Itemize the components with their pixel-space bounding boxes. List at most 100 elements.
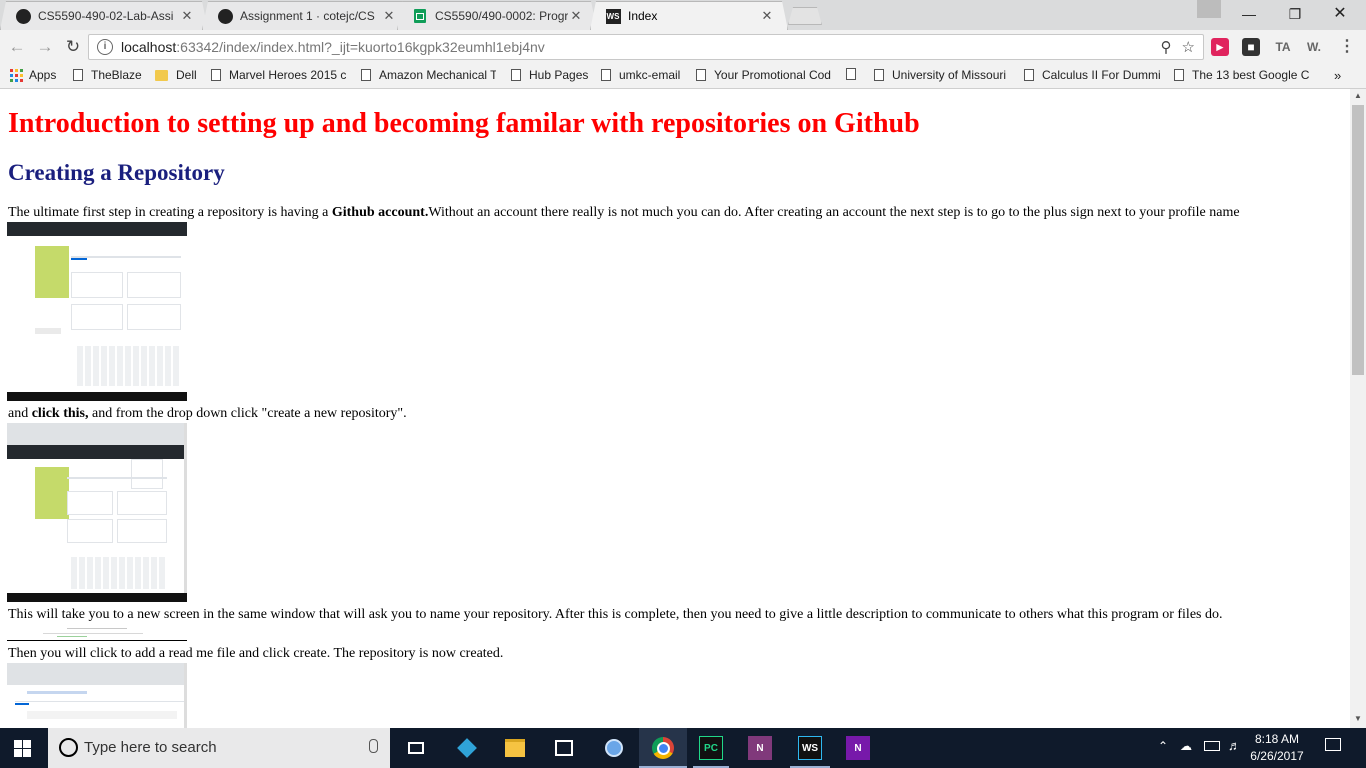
paragraph-readme: Then you will click to add a read me fil… — [8, 646, 504, 661]
volume-icon[interactable]: ♬ — [1228, 738, 1241, 753]
bookmark-amazon-mechanical[interactable]: Amazon Mechanical T — [361, 68, 496, 82]
page-icon — [1174, 69, 1184, 81]
bookmark-hub-pages[interactable]: Hub Pages — [511, 68, 588, 82]
page-icon — [601, 69, 611, 81]
bookmark-promotional-code[interactable]: Your Promotional Cod — [696, 68, 832, 82]
bookmark-calculus[interactable]: Calculus II For Dummi — [1024, 68, 1161, 82]
github-icon — [217, 8, 233, 24]
restore-icon[interactable]: ❐ — [1275, 3, 1315, 25]
battery-icon[interactable] — [1204, 741, 1220, 751]
cortana-icon — [59, 738, 78, 757]
click-text-b: and from the drop down click "create a n… — [88, 406, 407, 421]
forward-icon[interactable]: → — [34, 36, 56, 58]
url-path: :63342/index/index.html?_ijt=kuorto16kgp… — [176, 39, 545, 55]
intro-text-a: The ultimate first step in creating a re… — [8, 205, 332, 220]
bookmark-label: University of Missouri — [892, 68, 1007, 82]
page-icon — [211, 69, 221, 81]
intro-bold: Github account. — [331, 205, 429, 220]
bookmark-umkc-email[interactable]: umkc-email — [601, 68, 680, 82]
bookmark-dell[interactable]: Dell — [155, 68, 197, 82]
bookmark-university-of-missouri[interactable]: University of Missouri — [874, 68, 1008, 82]
onedrive-sync-icon[interactable]: ☁ — [1180, 739, 1192, 753]
minimize-icon[interactable]: — — [1229, 3, 1269, 25]
bookmark-apps[interactable]: Apps — [10, 68, 56, 82]
action-center-icon[interactable] — [1325, 738, 1341, 751]
pycharm-icon[interactable]: PC — [699, 736, 723, 760]
url-host: localhost — [121, 39, 177, 55]
extension-red-icon[interactable]: ► — [1211, 38, 1229, 56]
info-icon[interactable]: i — [97, 39, 113, 55]
scroll-thumb[interactable] — [1352, 105, 1364, 375]
microphone-icon[interactable] — [369, 739, 378, 753]
close-tab-icon[interactable]: ✕ — [568, 8, 584, 24]
close-window-icon[interactable]: ✕ — [1320, 3, 1360, 25]
scroll-up-icon[interactable]: ▲ — [1350, 91, 1366, 103]
onenote-2016-icon[interactable]: N — [846, 736, 870, 760]
back-icon[interactable]: ← — [6, 36, 28, 58]
bookmark-label: umkc-email — [619, 68, 681, 82]
extension-ta-icon[interactable]: TA — [1272, 38, 1294, 56]
github-icon — [15, 8, 31, 24]
new-tab-button[interactable] — [788, 7, 822, 25]
zoom-icon[interactable]: ⚲ — [1161, 38, 1172, 56]
screenshot-name-repository — [7, 624, 187, 641]
page-icon — [511, 69, 521, 81]
bookmark-label: Your Promotional Cod — [714, 68, 831, 82]
extension-w-icon[interactable]: W. — [1303, 38, 1325, 56]
onenote-icon[interactable]: N — [748, 736, 772, 760]
extension-dark-icon[interactable]: ■ — [1242, 38, 1260, 56]
profile-icon[interactable] — [1197, 0, 1221, 18]
clock-date: 6/26/2017 — [1250, 749, 1304, 763]
page-icon — [696, 69, 706, 81]
reload-icon[interactable]: ↻ — [62, 36, 84, 58]
bookmark-untitled[interactable] — [846, 68, 860, 80]
page-title: Introduction to setting up and becoming … — [8, 108, 920, 139]
bookmarks-overflow-icon[interactable]: » — [1334, 68, 1341, 83]
page-icon — [73, 69, 83, 81]
address-bar[interactable]: i localhost:63342/index/index.html?_ijt=… — [88, 34, 1204, 60]
close-tab-icon[interactable]: ✕ — [759, 8, 775, 24]
webstorm-icon: WS — [605, 8, 621, 24]
browser-toolbar: ← → ↻ i localhost:63342/index/index.html… — [0, 30, 1366, 64]
chrome-icon[interactable] — [651, 736, 675, 760]
bookmark-label: Hub Pages — [529, 68, 589, 82]
close-tab-icon[interactable]: ✕ — [381, 8, 397, 24]
show-hidden-icons[interactable]: ⌃ — [1158, 739, 1168, 753]
paragraph-name-repository: This will take you to a new screen in th… — [8, 607, 1223, 622]
tab-title: Index — [628, 9, 658, 23]
screenshot-github-profile — [7, 222, 187, 401]
windows-start-icon[interactable] — [14, 740, 31, 757]
sheets-icon — [412, 8, 428, 24]
taskbar-clock[interactable]: 8:18 AM 6/26/2017 — [1246, 731, 1308, 765]
bookmark-label: Calculus II For Dummi — [1042, 68, 1161, 82]
close-tab-icon[interactable]: ✕ — [179, 8, 195, 24]
store-icon[interactable] — [552, 736, 576, 760]
tab-index[interactable]: WS Index ✕ — [590, 1, 788, 30]
menu-icon[interactable]: ⋮ — [1338, 38, 1356, 56]
tab-title: CS5590/490-0002: Progr — [435, 9, 568, 23]
bookmark-star-icon[interactable]: ☆ — [1182, 38, 1195, 56]
intro-text-b: Without an account there really is not m… — [428, 205, 1240, 220]
taskbar-search-box[interactable]: Type here to search — [48, 728, 390, 768]
file-explorer-icon[interactable] — [503, 736, 527, 760]
page-scrollbar[interactable]: ▲ ▼ — [1350, 89, 1366, 728]
bookmark-theblaze[interactable]: TheBlaze — [73, 68, 142, 82]
tab-assignment-1[interactable]: Assignment 1 · cotejc/CS ✕ — [202, 1, 410, 30]
tab-lab-assignment[interactable]: CS5590-490-02-Lab-Assi ✕ — [0, 1, 208, 30]
screenshot-new-repository-dropdown — [7, 423, 187, 602]
task-view-icon[interactable] — [404, 736, 428, 760]
bookmark-marvel-heroes[interactable]: Marvel Heroes 2015 c — [211, 68, 346, 82]
tab-sheets[interactable]: CS5590/490-0002: Progr ✕ — [397, 1, 597, 30]
webstorm-icon[interactable]: WS — [798, 736, 822, 760]
scroll-down-icon[interactable]: ▼ — [1350, 714, 1366, 726]
paragraph-intro: The ultimate first step in creating a re… — [8, 205, 1240, 221]
folder-icon — [155, 69, 168, 81]
tab-title: CS5590-490-02-Lab-Assi — [38, 9, 174, 23]
paragraph-click-plus: and click this, and from the drop down c… — [8, 406, 407, 422]
tab-title: Assignment 1 · cotejc/CS — [240, 9, 375, 23]
network-icon[interactable] — [602, 736, 626, 760]
clock-time: 8:18 AM — [1254, 732, 1300, 746]
kodi-icon[interactable] — [455, 736, 479, 760]
bookmark-google-chrome[interactable]: The 13 best Google Cl — [1174, 68, 1310, 82]
bookmark-label: Dell — [176, 68, 197, 82]
